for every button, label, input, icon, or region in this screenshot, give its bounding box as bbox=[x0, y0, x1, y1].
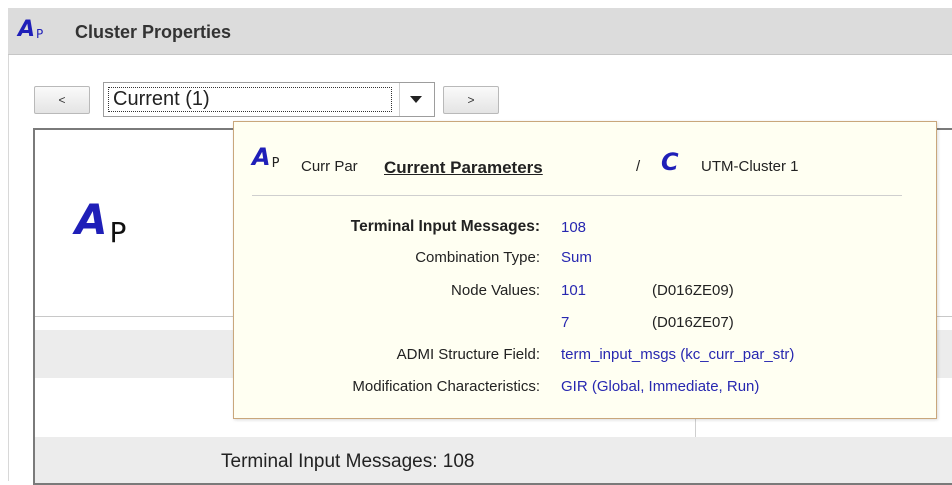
current-parameters-link[interactable]: Current Parameters bbox=[384, 158, 543, 178]
terminal-input-value: 108 bbox=[442, 451, 475, 472]
node-id: (D016ZE09) bbox=[652, 282, 734, 299]
combination-type-label: Combination Type: bbox=[415, 249, 540, 266]
next-button[interactable]: > bbox=[443, 86, 499, 114]
ap-large-logo-icon: AP bbox=[75, 195, 127, 249]
version-select-value: Current (1) bbox=[108, 87, 392, 112]
terminal-input-row: Terminal Input Messages: 108 bbox=[221, 451, 474, 473]
ap-logo-icon: AP bbox=[18, 17, 44, 42]
parameter-tooltip: AP Curr Par Current Parameters / C UTM-C… bbox=[233, 121, 937, 419]
combination-type-value: Sum bbox=[561, 249, 592, 266]
node-id: (D016ZE07) bbox=[652, 314, 734, 331]
admi-structure-label: ADMI Structure Field: bbox=[396, 346, 540, 363]
card-data-row bbox=[35, 437, 952, 483]
modification-label: Modification Characteristics: bbox=[352, 378, 540, 395]
ap-logo-icon: AP bbox=[252, 143, 280, 171]
tooltip-short-name: Curr Par bbox=[301, 158, 358, 175]
window-title: Cluster Properties bbox=[75, 22, 232, 42]
chevron-down-icon[interactable] bbox=[399, 83, 434, 116]
modification-value: GIR (Global, Immediate, Run) bbox=[561, 378, 760, 395]
version-select[interactable]: Current (1) bbox=[103, 82, 435, 117]
cluster-name: UTM-Cluster 1 bbox=[701, 158, 799, 175]
tooltip-divider bbox=[252, 195, 902, 196]
terminal-input-value: 108 bbox=[561, 219, 587, 236]
node-values-label: Node Values: bbox=[451, 282, 540, 299]
previous-button[interactable]: < bbox=[34, 86, 90, 114]
breadcrumb-separator: / bbox=[636, 158, 641, 175]
terminal-input-label: Terminal Input Messages: bbox=[221, 451, 438, 472]
title-bar: AP Cluster Properties bbox=[8, 8, 952, 55]
admi-structure-value: term_input_msgs (kc_curr_par_str) bbox=[561, 346, 795, 363]
node-value: 7 bbox=[561, 314, 570, 331]
terminal-input-label: Terminal Input Messages: bbox=[350, 218, 540, 235]
cluster-icon: C bbox=[661, 148, 679, 176]
node-value: 101 bbox=[561, 282, 587, 299]
